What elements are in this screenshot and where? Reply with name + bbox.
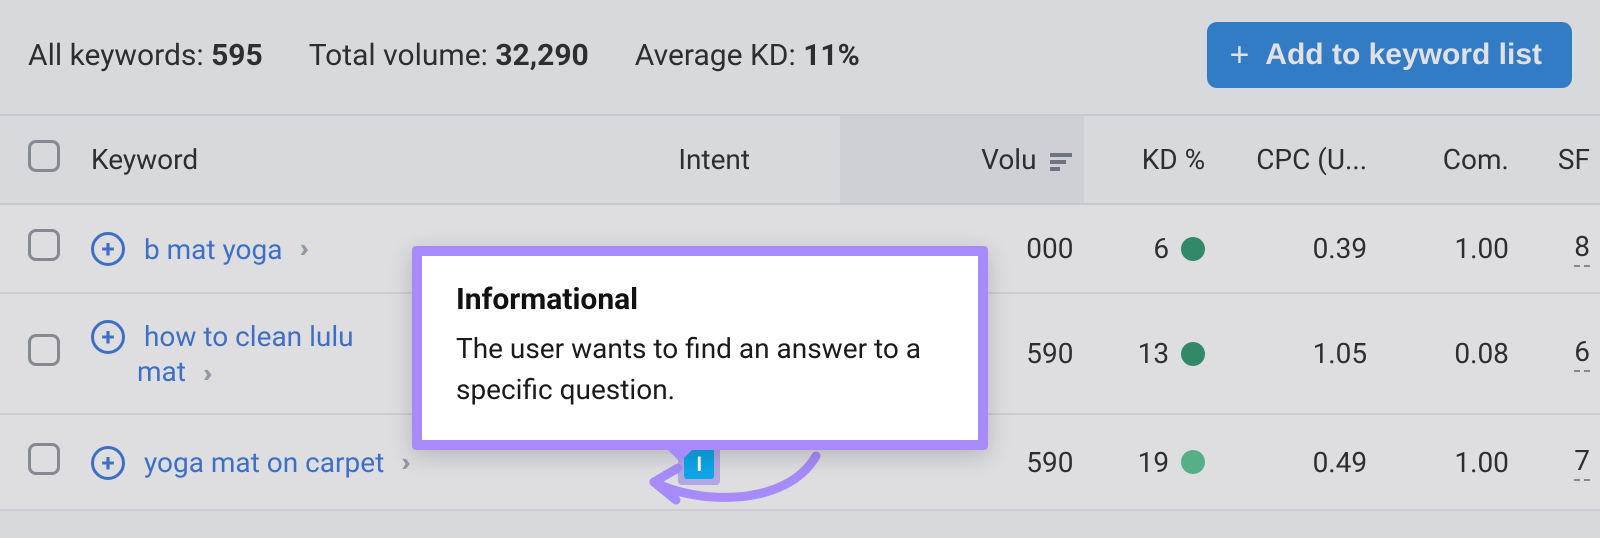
keyword-line1: how to clean lulu (144, 320, 354, 353)
column-label: Keyword (91, 143, 198, 176)
stat-label: Average KD: (635, 38, 803, 73)
chevrons-icon[interactable]: ›› (401, 448, 405, 478)
stat-average-kd: Average KD: 11% (635, 38, 860, 73)
add-to-keyword-list-button[interactable]: + Add to keyword list (1207, 22, 1572, 88)
column-volume[interactable]: Volu (840, 115, 1083, 204)
stat-value: 11% (803, 38, 860, 73)
column-com[interactable]: Com. (1377, 115, 1519, 204)
intent-tooltip: Informational The user wants to find an … (412, 246, 988, 450)
column-checkbox (0, 115, 81, 204)
keyword-link[interactable]: how to clean lulu mat ›› (91, 320, 354, 388)
kd-cell: 13 (1084, 293, 1216, 414)
sf-value: 6 (1574, 335, 1590, 372)
column-cpc[interactable]: CPC (U... (1215, 115, 1377, 204)
com-cell: 1.00 (1377, 204, 1519, 293)
sort-desc-icon (1050, 152, 1074, 172)
sf-value: 7 (1574, 444, 1590, 481)
column-label: SF (1558, 143, 1590, 176)
cpc-cell: 0.49 (1215, 414, 1377, 510)
select-all-checkbox[interactable] (28, 140, 60, 172)
expand-icon[interactable]: + (91, 446, 125, 480)
keyword-line2: mat (91, 355, 186, 388)
row-checkbox[interactable] (28, 229, 60, 261)
stat-total-volume: Total volume: 32,290 (309, 38, 589, 73)
tooltip-title: Informational (456, 282, 944, 317)
tooltip-body: The user wants to find an answer to a sp… (456, 329, 944, 410)
com-cell: 1.00 (1377, 414, 1519, 510)
kd-value: 13 (1138, 337, 1169, 370)
column-intent[interactable]: Intent (668, 115, 840, 204)
kd-difficulty-dot (1181, 342, 1205, 366)
column-label: Volu (981, 143, 1036, 176)
expand-icon[interactable]: + (91, 232, 125, 266)
stat-label: Total volume: (309, 38, 496, 73)
chevrons-icon[interactable]: ›› (203, 359, 207, 389)
cpc-cell: 1.05 (1215, 293, 1377, 414)
kd-difficulty-dot (1181, 450, 1205, 474)
sf-cell[interactable]: 8 (1519, 204, 1600, 293)
sf-value: 8 (1574, 230, 1590, 267)
cpc-cell: 0.39 (1215, 204, 1377, 293)
stat-value: 32,290 (495, 38, 588, 73)
column-keyword[interactable]: Keyword (81, 115, 668, 204)
row-checkbox[interactable] (28, 443, 60, 475)
sf-cell[interactable]: 7 (1519, 414, 1600, 510)
expand-icon[interactable]: + (91, 320, 125, 354)
chevrons-icon[interactable]: ›› (299, 234, 303, 264)
column-label: Intent (678, 143, 750, 176)
column-label: CPC (U... (1256, 143, 1367, 176)
add-button-label: Add to keyword list (1265, 38, 1542, 72)
kd-cell: 6 (1084, 204, 1216, 293)
column-label: Com. (1443, 143, 1509, 176)
kd-cell: 19 (1084, 414, 1216, 510)
keyword-link[interactable]: yoga mat on carpet (144, 446, 384, 479)
stat-value: 595 (211, 38, 263, 73)
stats-bar: All keywords: 595 Total volume: 32,290 A… (0, 0, 1600, 114)
column-label: KD % (1142, 143, 1205, 176)
plus-icon: + (1229, 38, 1249, 72)
com-cell: 0.08 (1377, 293, 1519, 414)
stat-all-keywords: All keywords: 595 (28, 38, 263, 73)
stat-label: All keywords: (28, 38, 211, 73)
row-checkbox[interactable] (28, 334, 60, 366)
sf-cell[interactable]: 6 (1519, 293, 1600, 414)
keyword-link[interactable]: b mat yoga (144, 233, 283, 266)
column-sf[interactable]: SF (1519, 115, 1600, 204)
column-kd[interactable]: KD % (1084, 115, 1216, 204)
kd-value: 19 (1138, 446, 1169, 479)
kd-difficulty-dot (1181, 237, 1205, 261)
kd-value: 6 (1153, 232, 1169, 265)
table-header-row: Keyword Intent Volu KD % CPC (U... Com. … (0, 115, 1600, 204)
